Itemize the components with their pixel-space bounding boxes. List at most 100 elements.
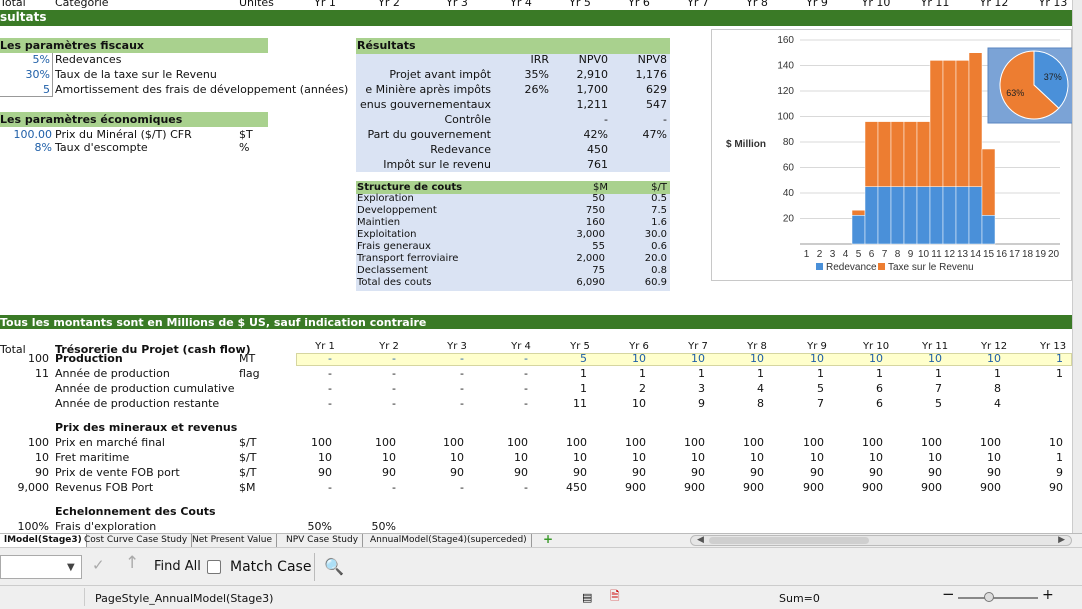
cashflow-cell[interactable]: 1 (550, 367, 587, 380)
bar-taxe-sur-le-revenu[interactable] (890, 121, 905, 187)
cashflow-cell[interactable]: 1 (727, 367, 764, 380)
bar-taxe-sur-le-revenu[interactable] (877, 121, 892, 187)
cashflow-cell[interactable]: 1 (846, 367, 883, 380)
dropdown-arrow-icon[interactable]: ▼ (67, 561, 75, 574)
cashflow-cell[interactable]: 900 (668, 481, 705, 494)
cashflow-cell[interactable]: 50% (295, 520, 332, 533)
cashflow-cell[interactable]: 900 (609, 481, 646, 494)
bar-taxe-sur-le-revenu[interactable] (968, 52, 983, 187)
cashflow-cell[interactable]: 90 (668, 466, 705, 479)
bar-taxe-sur-le-revenu[interactable] (942, 60, 957, 187)
bar-redevance[interactable] (968, 186, 983, 245)
bar-taxe-sur-le-revenu[interactable] (903, 121, 918, 187)
cashflow-cell[interactable]: 10 (609, 352, 646, 365)
cashflow-cell[interactable]: 9 (668, 397, 705, 410)
cashflow-cell[interactable]: 100 (964, 436, 1001, 449)
cashflow-cell[interactable]: - (359, 481, 396, 494)
bar-redevance[interactable] (942, 186, 957, 245)
cashflow-cell[interactable]: 10 (846, 451, 883, 464)
cashflow-cell[interactable]: 1 (1023, 451, 1063, 464)
bar-redevance[interactable] (877, 186, 892, 245)
bar-redevance[interactable] (864, 186, 879, 245)
cashflow-cell[interactable]: 5 (787, 382, 824, 395)
bar-taxe-sur-le-revenu[interactable] (864, 121, 879, 187)
cashflow-cell[interactable]: - (427, 367, 464, 380)
cashflow-cell[interactable]: 100 (905, 436, 942, 449)
cashflow-cell[interactable]: 8 (964, 382, 1001, 395)
cashflow-cell[interactable]: 10 (964, 451, 1001, 464)
cashflow-cell[interactable]: - (359, 382, 396, 395)
cashflow-cell[interactable]: - (491, 382, 528, 395)
cashflow-cell[interactable]: 1 (1023, 367, 1063, 380)
chart-frame[interactable]: 20 40 60 80 100 120 140 160 1 2 3 4 5 6 7 8 9 10 11 12 13 14 1… (711, 29, 1072, 281)
cashflow-cell[interactable]: 90 (427, 466, 464, 479)
cashflow-cell[interactable]: 5 (550, 352, 587, 365)
cashflow-cell[interactable]: 100 (295, 436, 332, 449)
bar-redevance[interactable] (890, 186, 905, 245)
cashflow-cell[interactable]: 90 (846, 466, 883, 479)
bar-taxe-sur-le-revenu[interactable] (955, 60, 970, 187)
cashflow-cell[interactable]: - (295, 367, 332, 380)
cashflow-cell[interactable]: 6 (846, 397, 883, 410)
cashflow-cell[interactable]: - (427, 481, 464, 494)
cashflow-cell[interactable]: 90 (609, 466, 646, 479)
bar-redevance[interactable] (851, 215, 866, 245)
cashflow-cell[interactable]: 900 (727, 481, 764, 494)
cashflow-cell[interactable]: 10 (550, 451, 587, 464)
bar-taxe-sur-le-revenu[interactable] (916, 121, 931, 187)
cashflow-cell[interactable]: - (427, 352, 464, 365)
cashflow-cell[interactable]: 1 (787, 367, 824, 380)
cashflow-cell[interactable]: - (491, 352, 528, 365)
cashflow-cell[interactable]: 10 (905, 451, 942, 464)
cashflow-cell[interactable]: 10 (609, 451, 646, 464)
cashflow-cell[interactable]: 10 (427, 451, 464, 464)
cashflow-cell[interactable]: 90 (550, 466, 587, 479)
cashflow-cell[interactable]: 10 (1023, 436, 1063, 449)
cashflow-cell[interactable]: 4 (964, 397, 1001, 410)
cashflow-cell[interactable]: 100 (846, 436, 883, 449)
scroll-left-icon[interactable]: ◀ (697, 534, 704, 547)
cashflow-cell[interactable]: 10 (727, 352, 764, 365)
match-case-checkbox[interactable] (207, 560, 221, 574)
cashflow-cell[interactable]: 11 (550, 397, 587, 410)
zoom-slider[interactable] (958, 597, 1038, 599)
cashflow-cell[interactable]: 100 (427, 436, 464, 449)
cashflow-cell[interactable]: 1 (964, 367, 1001, 380)
cashflow-cell[interactable]: 1 (609, 367, 646, 380)
cashflow-cell[interactable]: 450 (550, 481, 587, 494)
cashflow-cell[interactable]: 90 (359, 466, 396, 479)
cashflow-cell[interactable]: - (491, 481, 528, 494)
cashflow-cell[interactable]: - (295, 382, 332, 395)
find-input[interactable]: ▼ (0, 555, 82, 579)
cashflow-cell[interactable]: 10 (668, 352, 705, 365)
cashflow-cell[interactable]: 10 (787, 352, 824, 365)
cashflow-cell[interactable]: - (359, 397, 396, 410)
cashflow-cell[interactable]: - (359, 367, 396, 380)
cashflow-cell[interactable]: - (491, 397, 528, 410)
find-previous-icon[interactable]: ✓ (92, 558, 105, 573)
cashflow-cell[interactable]: 90 (1023, 481, 1063, 494)
find-all-button[interactable]: Find All (154, 559, 201, 575)
bar-redevance[interactable] (981, 215, 996, 245)
cashflow-cell[interactable]: 10 (964, 352, 1001, 365)
cashflow-cell[interactable]: - (295, 481, 332, 494)
sheet-tab[interactable]: AnnualModel(Stage4)(superceded) (366, 534, 532, 547)
cashflow-cell[interactable]: 1 (668, 367, 705, 380)
bar-redevance[interactable] (903, 186, 918, 245)
cashflow-cell[interactable]: - (427, 397, 464, 410)
zoom-out-button[interactable]: − (942, 587, 955, 602)
cashflow-cell[interactable]: 7 (905, 382, 942, 395)
zoom-slider-handle[interactable] (984, 592, 994, 602)
sheet-tab[interactable]: lModel(Stage3) (0, 534, 87, 547)
cashflow-cell[interactable]: 10 (668, 451, 705, 464)
cashflow-cell[interactable]: 10 (905, 352, 942, 365)
cashflow-cell[interactable]: 1 (905, 367, 942, 380)
scroll-right-icon[interactable]: ▶ (1058, 534, 1065, 547)
cashflow-cell[interactable]: 10 (727, 451, 764, 464)
cashflow-cell[interactable]: 10 (295, 451, 332, 464)
cashflow-cell[interactable]: 90 (491, 466, 528, 479)
cashflow-cell[interactable]: 90 (787, 466, 824, 479)
cashflow-cell[interactable]: 100 (359, 436, 396, 449)
cashflow-cell[interactable]: 50% (359, 520, 396, 533)
cashflow-cell[interactable]: 10 (359, 451, 396, 464)
